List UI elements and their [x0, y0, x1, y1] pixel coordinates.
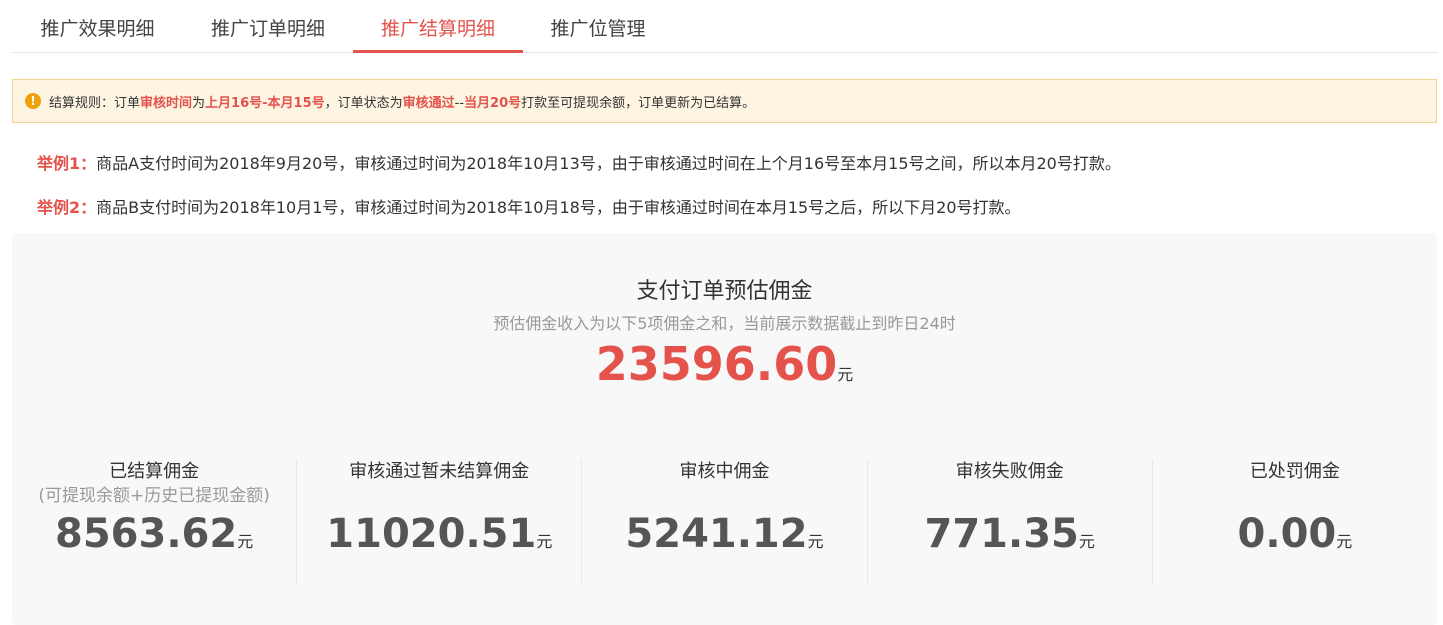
currency-unit: 元 [1078, 532, 1095, 551]
stat-number: 5241.12 [625, 511, 808, 557]
currency-unit: 元 [237, 532, 254, 551]
total-commission-value: 23596.60 [595, 337, 838, 391]
currency-unit: 元 [536, 532, 553, 551]
example-label: 举例2： [37, 198, 97, 217]
stat-value: 771.35元 [868, 511, 1152, 557]
tab-settlement-detail[interactable]: 推广结算明细 [353, 0, 523, 53]
settlement-rule-notice: ! 结算规则：订单审核时间为上月16号-本月15号，订单状态为审核通过--当月2… [12, 79, 1437, 123]
stat-title: 审核失败佣金 [955, 461, 1064, 482]
stat-title: 审核中佣金 [679, 461, 770, 482]
stat-number: 0.00 [1237, 511, 1337, 557]
stat-number: 11020.51 [326, 511, 537, 557]
commission-summary-panel: 支付订单预估佣金 预估佣金收入为以下5项佣金之和，当前展示数据截止到昨日24时 … [12, 233, 1437, 625]
stat-number: 8563.62 [55, 511, 238, 557]
notice-text-part: 为 [192, 95, 206, 111]
stat-title: 审核通过暂未结算佣金 [349, 461, 530, 482]
summary-title: 支付订单预估佣金 [636, 279, 813, 304]
stat-number: 771.35 [924, 511, 1079, 557]
stat-note: (可提现余额+历史已提现金额) [38, 486, 270, 506]
tab-order-detail[interactable]: 推广订单明细 [183, 0, 353, 53]
penalized-commission: 已处罚佣金 0.00元 [1151, 459, 1437, 584]
currency-unit: 元 [1336, 532, 1353, 551]
notice-highlight-approved: 审核通过 [402, 95, 455, 111]
summary-total: 23596.60元 [12, 337, 1437, 391]
stat-value: 11020.51元 [297, 511, 581, 557]
tab-position-management[interactable]: 推广位管理 [523, 0, 673, 53]
notice-highlight-review-time: 审核时间 [140, 95, 193, 111]
notice-highlight-period: 上月16号-本月15号 [205, 95, 325, 111]
approved-unsettled-commission: 审核通过暂未结算佣金 11020.51元 [296, 459, 581, 584]
example-text: 商品B支付时间为2018年10月1号，审核通过时间为2018年10月18号，由于… [96, 198, 1021, 217]
currency-unit: 元 [807, 532, 824, 551]
under-review-commission: 审核中佣金 5241.12元 [581, 459, 866, 584]
stat-title: 已结算佣金 [109, 461, 200, 482]
stat-value: 8563.62元 [12, 511, 296, 557]
notice-text-part: ，订单状态为 [324, 95, 403, 111]
notice-text-part: 打款至可提现余额，订单更新为已结算。 [521, 95, 756, 111]
stat-title: 已处罚佣金 [1249, 461, 1340, 482]
example-label: 举例1： [37, 154, 97, 173]
notice-text-part: -- [454, 95, 465, 111]
notice-highlight-payday: 当月20号 [464, 95, 522, 111]
example-2: 举例2：商品B支付时间为2018年10月1号，审核通过时间为2018年10月18… [37, 194, 1021, 218]
notice-prefix: 结算规则：订单 [49, 95, 141, 111]
example-1: 举例1：商品A支付时间为2018年9月20号，审核通过时间为2018年10月13… [37, 150, 1121, 174]
settled-commission: 已结算佣金 (可提现余额+历史已提现金额) 8563.62元 [12, 459, 296, 584]
example-text: 商品A支付时间为2018年9月20号，审核通过时间为2018年10月13号，由于… [96, 154, 1121, 173]
notice-text: 结算规则：订单审核时间为上月16号-本月15号，订单状态为审核通过--当月20号… [49, 92, 755, 111]
review-failed-commission: 审核失败佣金 771.35元 [866, 459, 1152, 584]
summary-subtitle: 预估佣金收入为以下5项佣金之和，当前展示数据截止到昨日24时 [493, 314, 956, 333]
stat-value: 0.00元 [1153, 511, 1437, 557]
exclamation-icon: ! [25, 93, 41, 109]
tab-effect-detail[interactable]: 推广效果明细 [12, 0, 183, 53]
currency-unit: 元 [837, 365, 854, 384]
stat-value: 5241.12元 [582, 511, 866, 557]
commission-breakdown: 已结算佣金 (可提现余额+历史已提现金额) 8563.62元 审核通过暂未结算佣… [12, 459, 1437, 584]
tab-bar: 推广效果明细 推广订单明细 推广结算明细 推广位管理 [12, 0, 1438, 53]
